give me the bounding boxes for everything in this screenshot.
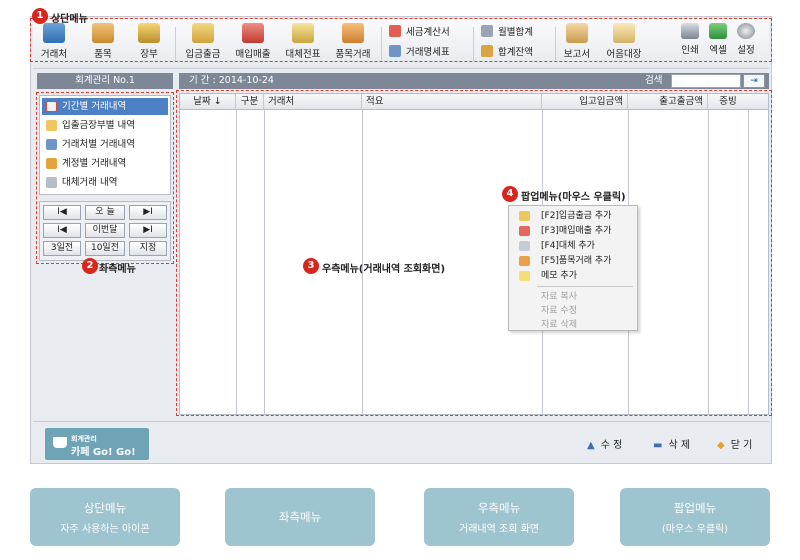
- callout-badge-3: 3: [303, 258, 319, 274]
- legend-right-menu[interactable]: 우측메뉴 거래내역 조회 화면: [424, 488, 574, 546]
- account-name-bar: 회계관리 No.1: [37, 73, 173, 89]
- close-button[interactable]: ◆ 닫 기: [717, 436, 752, 451]
- highlight-top-menu: [30, 18, 772, 62]
- legend-popup-menu-sub: (마우스 우클릭): [661, 524, 729, 535]
- minus-icon: ▬: [653, 440, 663, 451]
- legend-left-menu-title: 좌측메뉴: [278, 510, 322, 524]
- callout-label-right-menu: 우측메뉴(거래내역 조회화면): [322, 264, 446, 275]
- coffee-cup-icon: [53, 437, 67, 448]
- legend-right-menu-sub: 거래내역 조회 화면: [459, 524, 539, 535]
- search-label: 검색: [645, 75, 663, 86]
- highlight-right-content: [176, 90, 772, 416]
- callout-label-left-menu: 좌측메뉴: [99, 264, 136, 275]
- callout-badge-4: 4: [502, 186, 518, 202]
- triangle-up-icon: ▲: [587, 440, 595, 451]
- highlight-left-menu: [36, 92, 174, 264]
- period-text: 기 간 : 2014-10-24: [189, 75, 274, 86]
- cafe-logo[interactable]: 회계관리 카페 Go! Go!: [45, 428, 149, 460]
- legend-top-menu-sub: 자주 사용하는 아이콘: [60, 524, 150, 535]
- edit-button[interactable]: ▲ 수 정: [587, 436, 622, 451]
- legend-top-menu-title: 상단메뉴: [83, 501, 127, 515]
- callout-badge-1: 1: [32, 8, 48, 24]
- exit-icon: ◆: [717, 440, 725, 451]
- legend-right-menu-title: 우측메뉴: [477, 501, 521, 515]
- legend-left-menu[interactable]: 좌측메뉴: [225, 488, 375, 546]
- legend-popup-menu[interactable]: 팝업메뉴 (마우스 우클릭): [620, 488, 770, 546]
- logo-line-2: 카페 Go! Go!: [71, 447, 136, 458]
- callout-label-popup-menu: 팝업메뉴(마우스 우클릭): [521, 192, 626, 203]
- search-button[interactable]: ⇥: [743, 74, 765, 88]
- callout-badge-2: 2: [82, 258, 98, 274]
- legend-top-menu[interactable]: 상단메뉴 자주 사용하는 아이콘: [30, 488, 180, 546]
- bottom-bar: 회계관리 카페 Go! Go! ▲ 수 정 ▬ 삭 제 ◆ 닫 기: [33, 421, 769, 461]
- callout-label-top-menu: 상단메뉴: [51, 14, 88, 25]
- legend-popup-menu-title: 팝업메뉴: [673, 501, 717, 515]
- search-input[interactable]: [671, 74, 741, 88]
- delete-button[interactable]: ▬ 삭 제: [653, 436, 690, 451]
